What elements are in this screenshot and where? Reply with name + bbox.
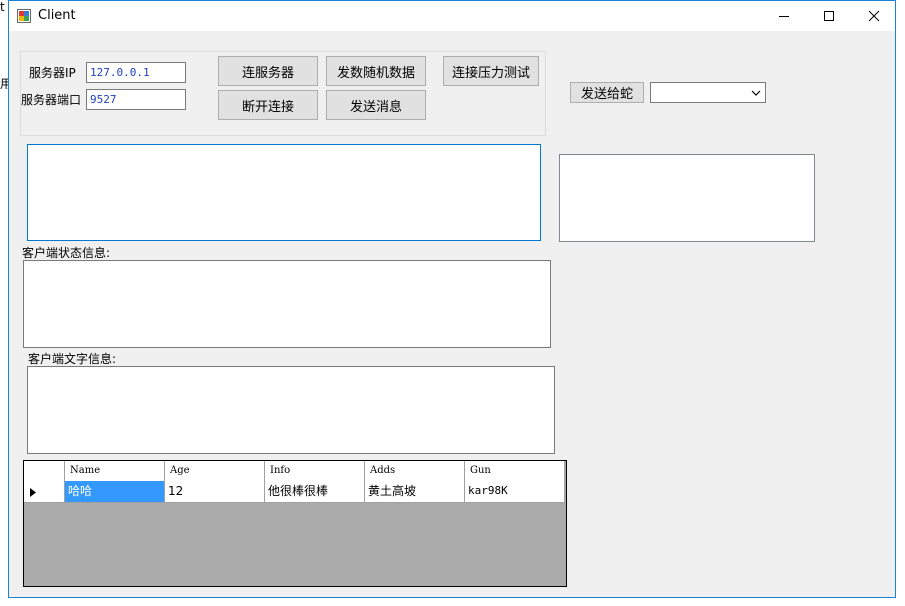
cell-adds[interactable]: 黄土高坡 [365, 481, 465, 503]
client-list-box[interactable] [559, 154, 815, 242]
status-info-label: 客户端状态信息: [22, 246, 111, 260]
send-random-data-button[interactable]: 发数随机数据 [326, 56, 426, 86]
server-port-label: 服务器端口 [21, 93, 82, 107]
status-info-textbox[interactable] [23, 260, 551, 348]
column-header-adds[interactable]: Adds [365, 461, 465, 483]
send-to-button[interactable]: 发送给蛇 [570, 82, 644, 103]
close-button[interactable] [851, 1, 896, 31]
column-header-age[interactable]: Age [165, 461, 265, 483]
cell-age[interactable]: 12 [165, 481, 265, 503]
cell-gun[interactable]: kar98K [465, 481, 565, 503]
cell-name[interactable]: 哈哈 [65, 481, 165, 503]
stress-test-button[interactable]: 连接压力测试 [443, 56, 539, 86]
client-window: Client 服务器IP 127.0.0.1 服务器端口 9527 连服务器 断… [8, 0, 896, 598]
app-icon [17, 9, 31, 23]
server-port-input[interactable]: 9527 [86, 89, 186, 110]
minimize-icon [778, 16, 789, 17]
server-group-box: 服务器IP 127.0.0.1 服务器端口 9527 连服务器 断开连接 发数随… [20, 51, 546, 136]
connect-server-button[interactable]: 连服务器 [218, 56, 318, 86]
text-info-label: 客户端文字信息: [28, 352, 117, 366]
title-bar: Client [9, 1, 895, 31]
table-row[interactable]: 哈哈 12 他很棒很棒 黄土高坡 kar98K [24, 481, 565, 503]
grid-corner-header[interactable] [24, 461, 65, 483]
maximize-button[interactable] [806, 1, 851, 31]
cell-info[interactable]: 他很棒很棒 [265, 481, 365, 503]
message-input[interactable] [27, 144, 541, 241]
send-message-button[interactable]: 发送消息 [326, 90, 426, 120]
maximize-icon [823, 11, 834, 21]
disconnect-button[interactable]: 断开连接 [218, 90, 318, 120]
background-window-text: t [0, 0, 5, 14]
chevron-down-icon [751, 90, 761, 96]
grid-header-row: Name Age Info Adds Gun [24, 461, 565, 483]
minimize-button[interactable] [761, 1, 806, 31]
window-title: Client [38, 8, 76, 23]
close-icon [868, 10, 879, 22]
current-row-arrow-icon [30, 488, 36, 497]
column-header-gun[interactable]: Gun [465, 461, 565, 483]
text-info-textbox[interactable] [27, 366, 555, 454]
column-header-name[interactable]: Name [65, 461, 165, 483]
data-grid[interactable]: Name Age Info Adds Gun 哈哈 12 他很棒很棒 黄土高坡 … [23, 460, 567, 587]
server-ip-input[interactable]: 127.0.0.1 [86, 62, 186, 83]
column-header-info[interactable]: Info [265, 461, 365, 483]
row-header[interactable] [24, 481, 65, 503]
recipient-select[interactable] [650, 82, 766, 103]
server-ip-label: 服务器IP [29, 66, 76, 80]
